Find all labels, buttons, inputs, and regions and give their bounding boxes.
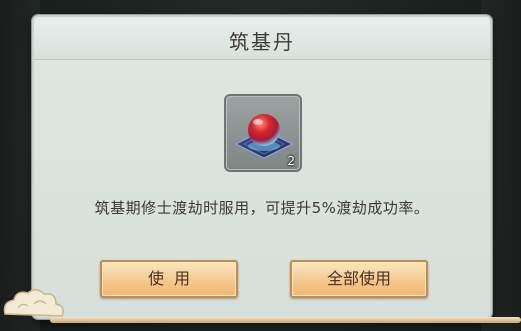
dialog-title-bar: 筑基丹 [34, 17, 490, 60]
item-dialog: 筑基丹 2 筑基期修士渡劫时服用，可提升5%渡劫成功率。 使用 全部使用 [32, 15, 492, 319]
red-blue-pill-icon [234, 114, 294, 159]
bottom-rail [50, 317, 521, 323]
item-slot[interactable]: 2 [224, 94, 302, 172]
item-count: 2 [287, 154, 295, 168]
use-all-button[interactable]: 全部使用 [290, 260, 428, 298]
dialog-title: 筑基丹 [229, 30, 295, 54]
item-description: 筑基期修士渡劫时服用，可提升5%渡劫成功率。 [94, 199, 430, 217]
use-button[interactable]: 使用 [100, 260, 238, 298]
